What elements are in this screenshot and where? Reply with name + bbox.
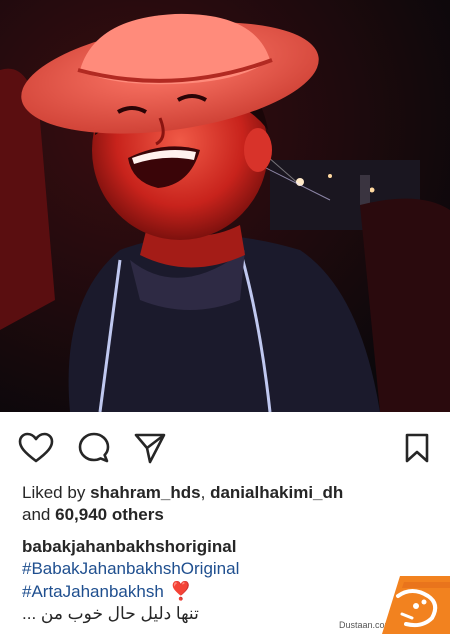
- caption-text: تنها دلیل حال خوب من ...: [22, 604, 199, 623]
- post-caption: babakjahanbakhshoriginal #BabakJahanbakh…: [22, 536, 382, 625]
- paper-plane-icon[interactable]: [130, 428, 170, 468]
- likes-summary: Liked by shahram_hds, danialhakimi_dh an…: [22, 482, 442, 526]
- hashtag-arta-line: #ArtaJahanbakhsh ❣️: [22, 580, 382, 603]
- likes-separator: ,: [200, 483, 206, 502]
- heart-exclamation-icon: ❣️: [169, 581, 193, 601]
- watermark-logo: [382, 574, 450, 634]
- hashtag-arta[interactable]: #ArtaJahanbakhsh: [22, 582, 164, 601]
- hashtag-babak[interactable]: #BabakJahanbakhshOriginal: [22, 558, 382, 580]
- post-photo[interactable]: [0, 0, 450, 412]
- likes-prefix: Liked by: [22, 483, 86, 502]
- post-action-bar: [0, 418, 450, 474]
- watermark-logo-graphic: [382, 576, 450, 634]
- heart-outline-icon[interactable]: [16, 428, 56, 468]
- bookmark-icon[interactable]: [397, 428, 437, 468]
- liker-username-2[interactable]: danialhakimi_dh: [210, 483, 343, 502]
- caption-username[interactable]: babakjahanbakhshoriginal: [22, 536, 382, 558]
- photo-illustration: [0, 0, 450, 412]
- likes-others-count[interactable]: 60,940: [55, 505, 107, 524]
- liker-username-1[interactable]: shahram_hds: [90, 483, 201, 502]
- likes-others-word[interactable]: others: [112, 505, 164, 524]
- comment-bubble-icon[interactable]: [74, 428, 114, 468]
- likes-and-word: and: [22, 505, 51, 524]
